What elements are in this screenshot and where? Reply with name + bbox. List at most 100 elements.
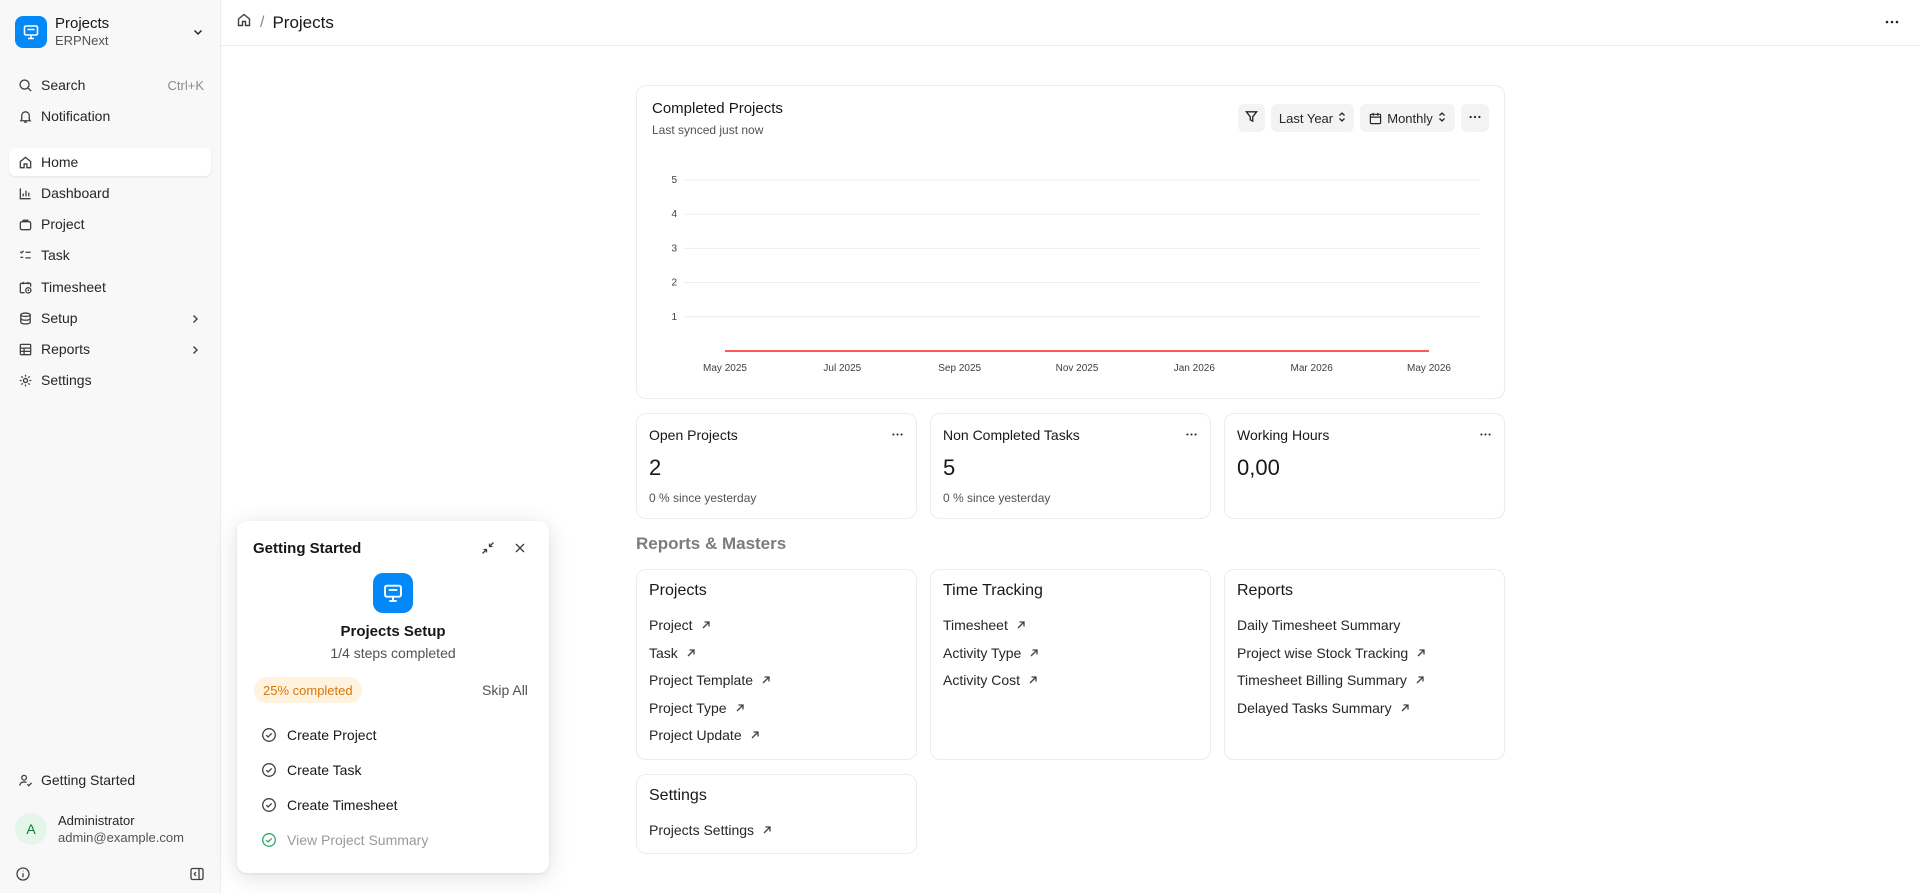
info-icon[interactable]: [15, 866, 31, 885]
search-button[interactable]: Search Ctrl+K: [9, 71, 211, 99]
link-label: Daily Timesheet Summary: [1237, 617, 1401, 633]
briefcase-icon: [17, 216, 33, 232]
bell-icon: [17, 108, 33, 124]
user-menu[interactable]: A Administrator admin@example.com: [15, 812, 184, 846]
stat-value: 5: [943, 455, 956, 480]
getting-started-label: Getting Started: [41, 772, 136, 788]
breadcrumb: / Projects: [236, 12, 334, 33]
y-tick-label: 1: [671, 312, 677, 323]
x-tick-label: May 2025: [703, 363, 747, 374]
link-label: Activity Type: [943, 645, 1022, 661]
sidebar-item-label: Task: [41, 247, 70, 263]
sidebar-item-settings[interactable]: Settings: [9, 366, 211, 394]
more-options-icon[interactable]: [1884, 14, 1900, 33]
step-create-task[interactable]: Create Task: [261, 762, 361, 778]
task-list-icon: [17, 247, 33, 263]
sidebar-item-label: Setup: [41, 310, 78, 326]
sidebar-item-label: Dashboard: [41, 185, 110, 201]
sidebar-item-label: Settings: [41, 372, 92, 388]
skip-all-button[interactable]: Skip All: [482, 682, 528, 698]
chevron-right-icon: [189, 343, 201, 359]
app-switcher[interactable]: Projects ERPNext: [15, 14, 211, 50]
y-tick-label: 2: [671, 278, 677, 289]
x-tick-label: May 2026: [1407, 363, 1451, 374]
link-label: Delayed Tasks Summary: [1237, 700, 1392, 716]
stat-title: Working Hours: [1237, 427, 1330, 443]
link-card-title: Projects: [649, 582, 707, 599]
minimize-icon[interactable]: [481, 541, 495, 558]
page-title[interactable]: Projects: [272, 13, 333, 33]
link-delayed-tasks-summary[interactable]: Delayed Tasks Summary: [1237, 700, 1410, 716]
link-daily-timesheet-summary[interactable]: Daily Timesheet Summary: [1237, 617, 1400, 633]
link-project[interactable]: Project: [649, 617, 711, 633]
home-icon[interactable]: [236, 12, 252, 33]
sidebar-item-setup[interactable]: Setup: [9, 304, 211, 332]
circle-check-icon: [261, 727, 277, 743]
sidebar-item-home[interactable]: Home: [9, 148, 211, 176]
projects-logo-icon: [373, 573, 413, 613]
chevron-right-icon: [189, 312, 201, 328]
step-create-project[interactable]: Create Project: [261, 727, 376, 743]
sidebar-item-label: Timesheet: [41, 279, 106, 295]
steps-progress-text: 1/4 steps completed: [330, 645, 456, 661]
stat-value: 2: [649, 455, 662, 480]
sidebar-item-task[interactable]: Task: [9, 241, 211, 269]
gear-icon: [17, 372, 33, 388]
step-create-timesheet[interactable]: Create Timesheet: [261, 797, 398, 813]
setup-title: Projects Setup: [340, 623, 446, 640]
projects-logo-icon: [15, 16, 47, 48]
stat-value: 0,00: [1237, 455, 1280, 480]
step-label: Create Timesheet: [287, 797, 398, 813]
more-options-icon[interactable]: [891, 428, 904, 444]
arrow-up-right-icon: [1028, 675, 1038, 685]
link-activity-cost[interactable]: Activity Cost: [943, 672, 1038, 688]
arrow-up-right-icon: [750, 730, 760, 740]
circle-check-icon: [261, 762, 277, 778]
link-label: Project Type: [649, 700, 727, 716]
user-name: Administrator: [58, 813, 135, 828]
notification-button[interactable]: Notification: [9, 102, 211, 130]
close-icon[interactable]: [513, 541, 527, 558]
stat-card-open-projects: Open Projects 2 0 % since yesterday: [636, 413, 917, 519]
sidebar: Projects ERPNext Search Ctrl+K Notificat…: [0, 0, 221, 893]
step-label: Create Project: [287, 727, 377, 743]
app-subtitle: ERPNext: [55, 33, 109, 48]
step-label: Create Task: [287, 762, 362, 778]
sidebar-item-project[interactable]: Project: [9, 210, 211, 238]
sidebar-getting-started[interactable]: Getting Started: [9, 766, 211, 794]
link-timesheet[interactable]: Timesheet: [943, 617, 1026, 633]
arrow-up-right-icon: [1415, 675, 1425, 685]
more-options-icon[interactable]: [1185, 428, 1198, 444]
arrow-up-right-icon: [1416, 648, 1426, 658]
link-card-title: Settings: [649, 787, 707, 804]
link-card-time-tracking: Time Tracking Timesheet Activity Type Ac…: [930, 569, 1211, 760]
sidebar-item-reports[interactable]: Reports: [9, 335, 211, 363]
link-label: Project Template: [649, 672, 754, 688]
link-project-type[interactable]: Project Type: [649, 700, 745, 716]
chevron-down-icon: [191, 25, 205, 42]
link-projects-settings[interactable]: Projects Settings: [649, 822, 772, 838]
more-options-icon[interactable]: [1479, 428, 1492, 444]
x-tick-label: Jul 2025: [823, 363, 861, 374]
stat-delta: 0 % since yesterday: [943, 491, 1051, 505]
reports-masters-heading: Reports & Masters: [636, 534, 787, 553]
sidebar-item-timesheet[interactable]: Timesheet: [9, 273, 211, 301]
sidebar-item-dashboard[interactable]: Dashboard: [9, 179, 211, 207]
link-activity-type[interactable]: Activity Type: [943, 645, 1039, 661]
link-label: Activity Cost: [943, 672, 1021, 688]
link-label: Project wise Stock Tracking: [1237, 645, 1409, 661]
link-project-wise-stock-tracking[interactable]: Project wise Stock Tracking: [1237, 645, 1426, 661]
user-check-icon: [17, 772, 33, 788]
stat-card-working-hours: Working Hours 0,00: [1224, 413, 1505, 519]
step-view-project-summary[interactable]: View Project Summary: [261, 832, 428, 848]
link-task[interactable]: Task: [649, 645, 696, 661]
arrow-up-right-icon: [686, 648, 696, 658]
y-tick-label: 3: [671, 243, 677, 254]
link-project-update[interactable]: Project Update: [649, 727, 760, 743]
link-timesheet-billing-summary[interactable]: Timesheet Billing Summary: [1237, 672, 1425, 688]
x-tick-label: Mar 2026: [1291, 363, 1334, 374]
collapse-sidebar-icon[interactable]: [189, 866, 205, 885]
getting-started-title: Getting Started: [253, 540, 362, 557]
arrow-up-right-icon: [701, 620, 711, 630]
link-project-template[interactable]: Project Template: [649, 672, 771, 688]
